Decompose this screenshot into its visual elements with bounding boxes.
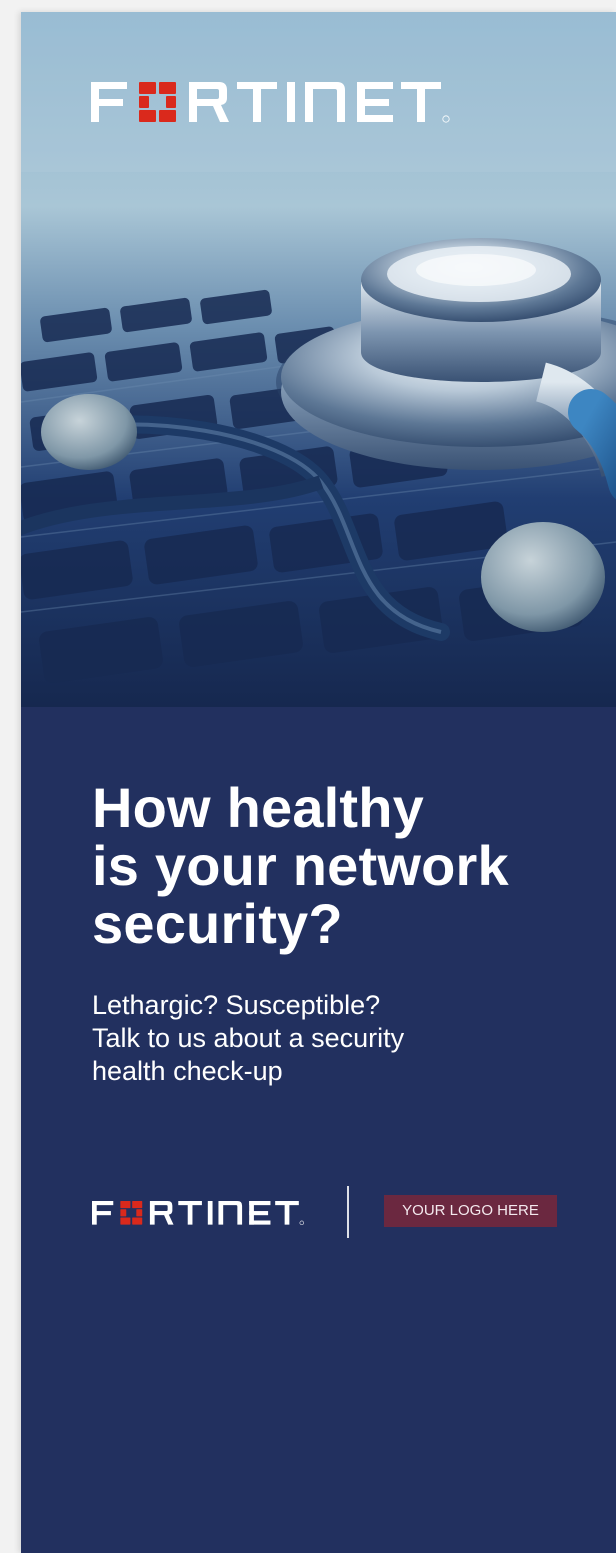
subheadline: Lethargic? Susceptible? Talk to us about… [92,989,532,1088]
fortinet-footer-logo [92,1201,314,1227]
roll-up-banner: How healthy is your network security? Le… [21,12,616,1553]
headline-line: is your network [92,834,509,897]
subheadline-line: Talk to us about a security [92,1023,405,1053]
headline-line: How healthy [92,776,425,839]
subheadline-line: Lethargic? Susceptible? [92,990,381,1020]
logo-divider [347,1186,349,1238]
fortinet-logo [91,82,451,126]
headline-line: security? [92,892,343,955]
subheadline-line: health check-up [92,1056,283,1086]
partner-logo-placeholder: YOUR LOGO HERE [384,1195,557,1227]
headline: How healthy is your network security? [92,779,592,953]
